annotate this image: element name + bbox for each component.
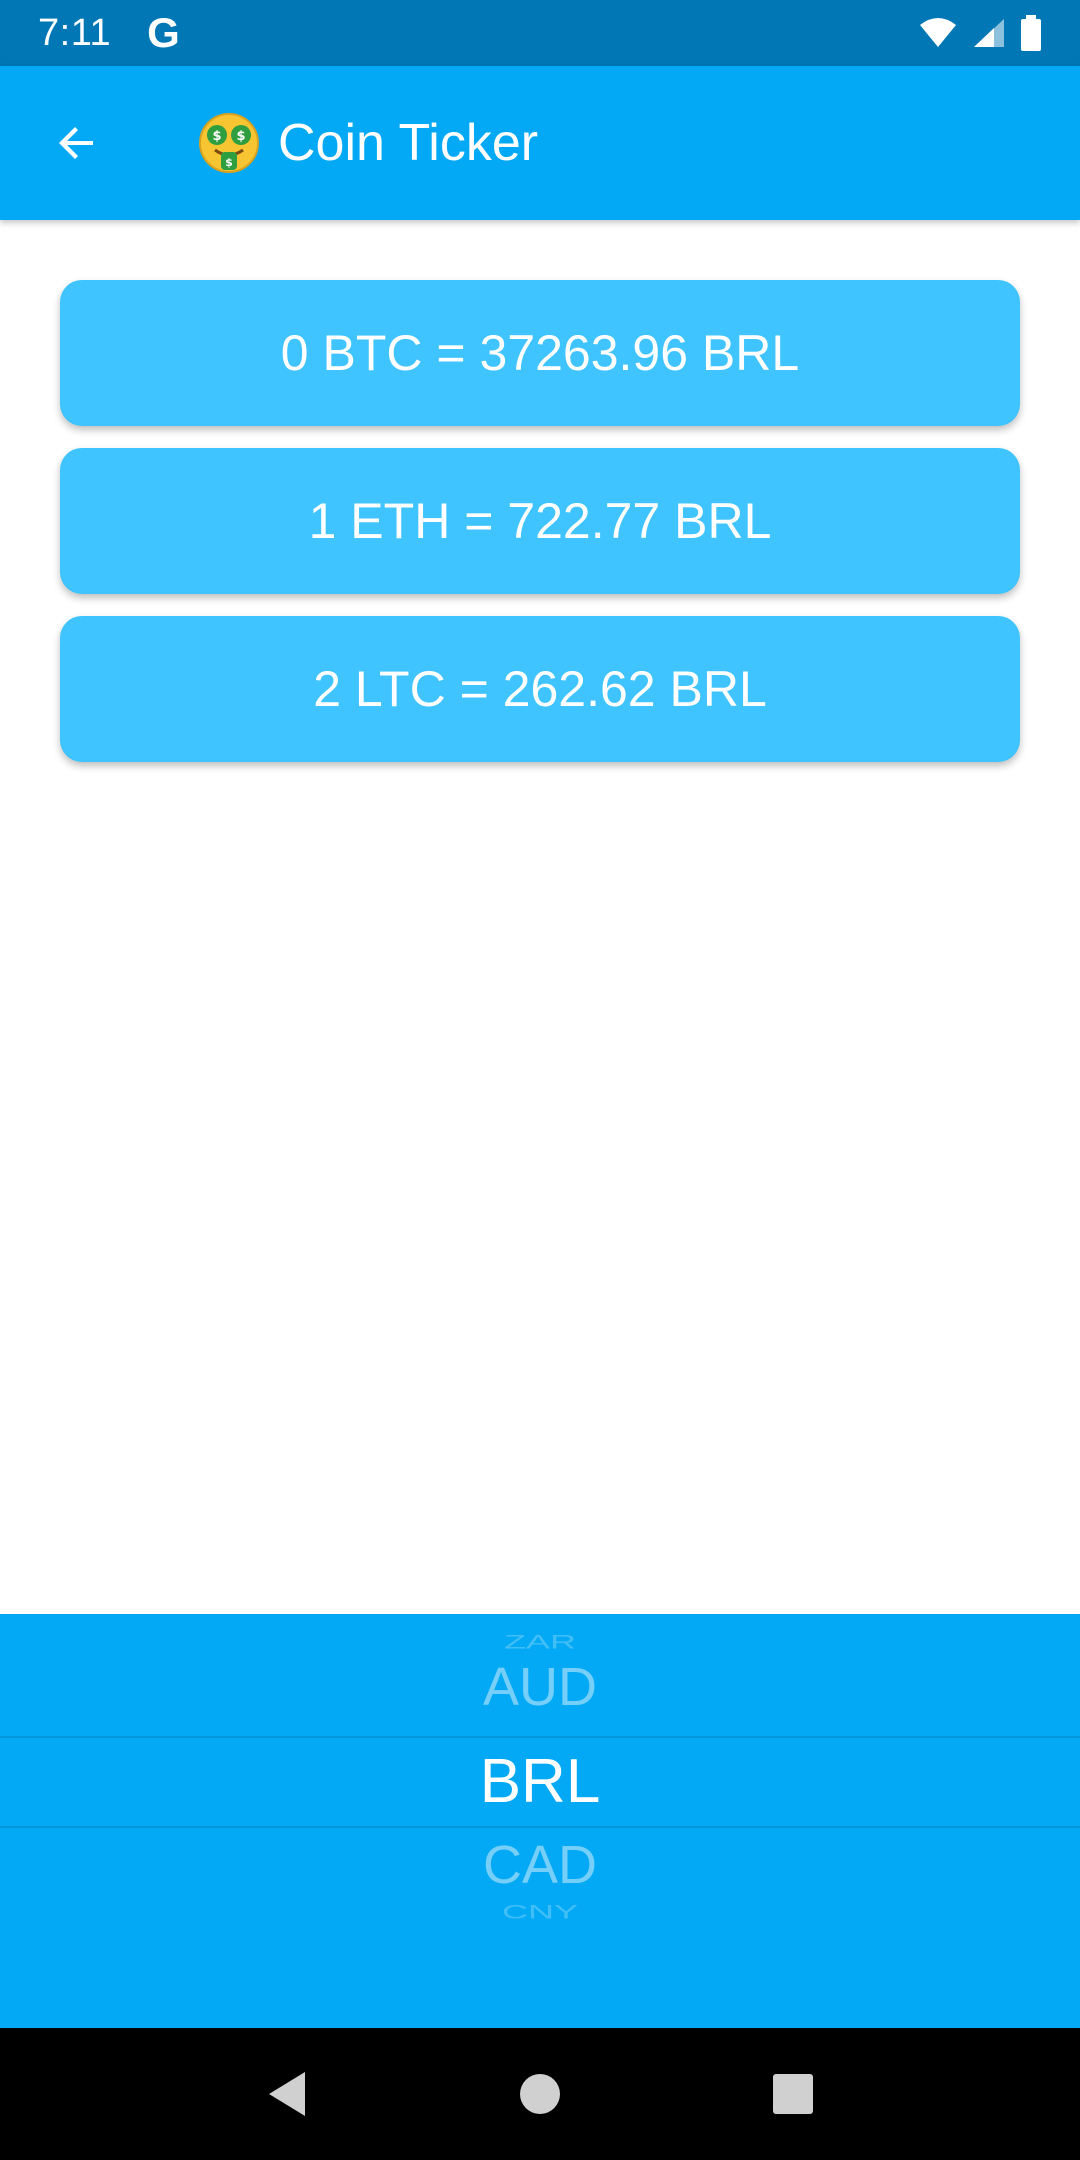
square-recents-icon <box>773 2074 814 2114</box>
wifi-icon <box>920 18 956 47</box>
circle-home-icon <box>519 2074 560 2114</box>
page-title: Coin Ticker <box>278 114 539 172</box>
arrow-left-icon <box>59 127 93 159</box>
status-bar: 7:11 G <box>0 0 1080 66</box>
svg-text:$: $ <box>236 129 245 144</box>
picker-item-brl-selected[interactable]: BRL <box>0 1738 1080 1826</box>
picker-item-zar[interactable]: ZAR <box>0 1631 1080 1653</box>
money-mouth-face-icon: $ $ $ <box>199 113 259 173</box>
status-time: 7:11 <box>38 11 112 54</box>
nav-recents-button[interactable] <box>748 2049 838 2139</box>
picker-divider-bottom <box>0 1826 1080 1828</box>
picker-item-aud[interactable]: AUD <box>0 1652 1080 1722</box>
rate-card-ltc: 2 LTC = 262.62 BRL <box>60 616 1020 762</box>
currency-picker[interactable]: ZAR AUD BRL CAD CNY <box>0 1614 1080 2028</box>
svg-text:$: $ <box>225 156 233 169</box>
battery-icon <box>1021 15 1041 51</box>
svg-text:$: $ <box>212 129 221 144</box>
picker-item-cad[interactable]: CAD <box>0 1830 1080 1900</box>
app-title: $ $ $ Coin Ticker <box>198 112 538 174</box>
nav-home-button[interactable] <box>495 2049 585 2139</box>
rate-card-btc: 0 BTC = 37263.96 BRL <box>60 280 1020 426</box>
picker-item-cny[interactable]: CNY <box>0 1901 1080 1923</box>
back-button[interactable] <box>0 66 154 220</box>
nav-back-button[interactable] <box>242 2049 332 2139</box>
status-icons <box>918 15 1042 51</box>
google-g-icon: G <box>147 9 180 56</box>
triangle-back-icon <box>268 2072 305 2116</box>
rate-card-eth: 1 ETH = 722.77 BRL <box>60 448 1020 594</box>
signal-icon <box>974 19 1004 47</box>
system-nav-bar <box>0 2028 1080 2160</box>
app-bar: $ $ $ Coin Ticker <box>0 66 1080 220</box>
